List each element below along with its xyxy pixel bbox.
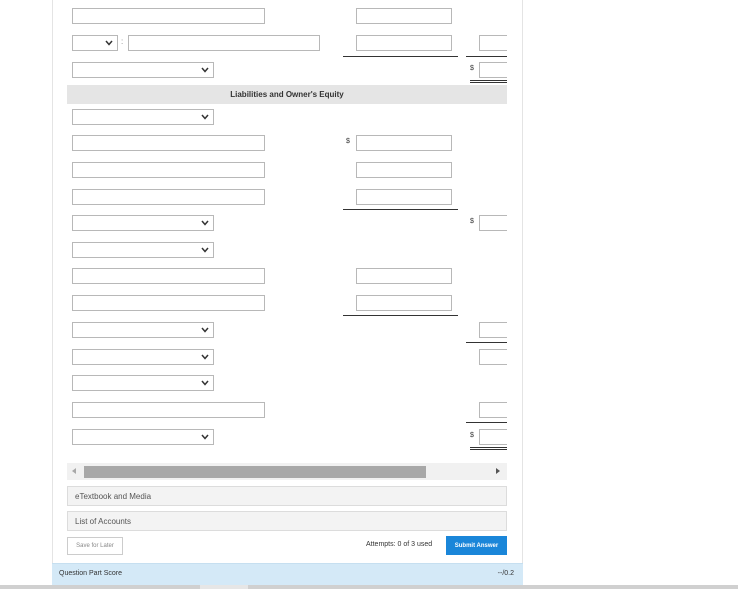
account-select[interactable] <box>72 35 118 51</box>
attempts-counter: Attempts: 0 of 3 used <box>366 541 433 548</box>
amount-input[interactable] <box>356 189 452 205</box>
account-name-input[interactable] <box>72 189 265 205</box>
submit-answer-button[interactable]: Submit Answer <box>446 536 507 555</box>
account-select[interactable] <box>72 242 214 258</box>
page-scrollbar-thumb[interactable] <box>200 585 248 589</box>
account-select[interactable] <box>72 375 214 391</box>
account-name-input[interactable] <box>72 268 265 284</box>
subtotal-line <box>466 342 507 343</box>
total-input[interactable] <box>479 349 507 365</box>
score-label: Question Part Score <box>59 570 123 577</box>
etextbook-label: eTextbook and Media <box>75 491 152 501</box>
account-name-input[interactable] <box>128 35 320 51</box>
total-input[interactable] <box>479 429 507 445</box>
double-underline <box>470 447 507 448</box>
chevron-down-icon <box>201 354 209 360</box>
account-select[interactable] <box>72 322 214 338</box>
question-part-score-bar: Question Part Score --/0.2 <box>52 563 523 585</box>
scrollbar-thumb[interactable] <box>84 466 426 478</box>
account-name-input[interactable] <box>72 135 265 151</box>
double-underline <box>470 82 507 83</box>
amount-input[interactable] <box>356 8 452 24</box>
double-underline <box>470 80 507 81</box>
account-name-input[interactable] <box>72 402 265 418</box>
account-name-input[interactable] <box>72 295 265 311</box>
amount-input[interactable] <box>356 135 452 151</box>
chevron-down-icon <box>201 327 209 333</box>
dollar-sign: $ <box>470 65 474 72</box>
amount-input[interactable] <box>356 35 452 51</box>
account-select[interactable] <box>72 349 214 365</box>
chevron-down-icon <box>105 40 113 46</box>
scroll-right-icon[interactable] <box>496 468 500 474</box>
subtotal-line <box>343 315 458 316</box>
double-underline <box>470 449 507 450</box>
list-of-accounts-panel[interactable]: List of Accounts <box>67 511 507 531</box>
page: : $ Liabilities and Owner's Equity $ $ $… <box>0 0 738 589</box>
total-input[interactable] <box>479 35 507 51</box>
account-select[interactable] <box>72 215 214 231</box>
scroll-left-icon[interactable] <box>72 468 76 474</box>
account-select[interactable] <box>72 62 214 78</box>
amount-input[interactable] <box>356 268 452 284</box>
account-name-input[interactable] <box>72 8 265 24</box>
list-of-accounts-label: List of Accounts <box>75 516 132 526</box>
total-input[interactable] <box>479 402 507 418</box>
chevron-down-icon <box>201 380 209 386</box>
score-value: --/0.2 <box>497 570 514 577</box>
chevron-down-icon <box>201 67 209 73</box>
subtotal-line <box>466 422 507 423</box>
chevron-down-icon <box>201 220 209 226</box>
total-input[interactable] <box>479 215 507 231</box>
subtotal-line <box>466 56 507 57</box>
etextbook-panel[interactable]: eTextbook and Media <box>67 486 507 506</box>
chevron-down-icon <box>201 434 209 440</box>
page-horizontal-scrollbar[interactable] <box>0 585 738 589</box>
dollar-sign: $ <box>470 218 474 225</box>
amount-input[interactable] <box>356 295 452 311</box>
colon-separator: : <box>121 37 124 46</box>
chevron-down-icon <box>201 247 209 253</box>
chevron-down-icon <box>201 114 209 120</box>
dollar-sign: $ <box>346 138 350 145</box>
subtotal-line <box>343 56 458 57</box>
account-select[interactable] <box>72 429 214 445</box>
section-header-liabilities: Liabilities and Owner's Equity <box>67 85 507 104</box>
total-input[interactable] <box>479 322 507 338</box>
total-input[interactable] <box>479 62 507 78</box>
account-name-input[interactable] <box>72 162 265 178</box>
subtotal-line <box>343 209 458 210</box>
save-for-later-button[interactable]: Save for Later <box>67 537 123 555</box>
dollar-sign: $ <box>470 432 474 439</box>
amount-input[interactable] <box>356 162 452 178</box>
account-select[interactable] <box>72 109 214 125</box>
